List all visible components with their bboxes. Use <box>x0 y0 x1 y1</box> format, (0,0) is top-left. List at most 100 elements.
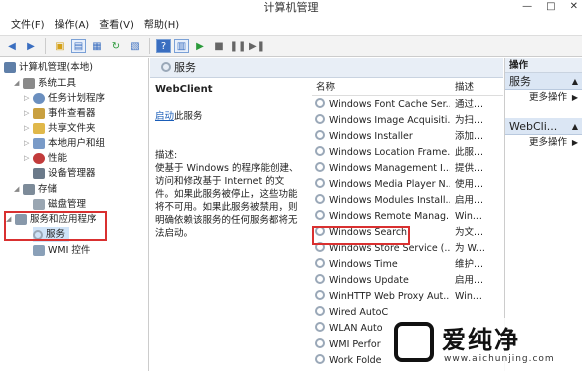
computer-icon <box>4 62 16 73</box>
service-desc: Win... <box>455 291 482 302</box>
stop-icon[interactable]: ■ <box>211 38 227 54</box>
tree-item-root[interactable]: 计算机管理(本地) <box>4 60 93 75</box>
section-label: 服务 <box>509 75 531 88</box>
service-row[interactable]: Windows Font Cache Ser... 通过... <box>312 97 503 113</box>
service-row[interactable]: Windows Remote Manag... Win... <box>312 209 503 225</box>
tree-label: 设备管理器 <box>48 168 96 179</box>
close-button[interactable]: ✕ <box>570 0 578 14</box>
service-row[interactable]: Windows Management I... 提供... <box>312 161 503 177</box>
maximize-button[interactable]: □ <box>546 0 555 14</box>
menu-action[interactable]: 操作(A) <box>50 17 95 34</box>
service-row[interactable]: Windows Installer 添加... <box>312 129 503 145</box>
performance-icon <box>33 153 45 164</box>
service-desc: 启用... <box>455 275 484 286</box>
tree-item-storage[interactable]: ◢ 存储 <box>14 182 57 197</box>
tree-item-wmi[interactable]: WMI 控件 <box>33 243 90 258</box>
minimize-button[interactable]: — <box>522 0 532 14</box>
service-row[interactable]: Windows Location Frame... 此服... <box>312 145 503 161</box>
tree-item-system-tools[interactable]: ◢ 系统工具 <box>14 76 76 91</box>
folder-up-icon[interactable]: ▣ <box>52 38 68 54</box>
tree-item-disk-management[interactable]: 磁盘管理 <box>33 197 86 212</box>
gear-icon <box>315 194 325 204</box>
column-name[interactable]: 名称 <box>316 80 335 96</box>
export-icon[interactable]: ▧ <box>127 38 143 54</box>
service-name: WinHTTP Web Proxy Aut... <box>329 291 450 302</box>
more-actions-2[interactable]: 更多操作 ▶ <box>505 135 582 151</box>
toolbar: ◀ ▶ ▣ ▤ ▦ ↻ ▧ ? ▥ ▶ ■ ❚❚ ▶❚ <box>0 35 582 57</box>
gear-icon <box>315 274 325 284</box>
collapse-icon[interactable]: ◢ <box>14 76 23 91</box>
more-actions-label: 更多操作 <box>529 137 568 148</box>
chevron-right-icon: ▶ <box>571 93 578 102</box>
collapse-icon[interactable]: ◢ <box>14 182 23 197</box>
collapse-up-icon[interactable]: ▲ <box>572 118 578 135</box>
pane-header: 服务 <box>150 58 503 78</box>
tree-item-performance[interactable]: ▷ 性能 <box>24 151 67 166</box>
view-icon[interactable]: ▥ <box>174 39 189 53</box>
gear-icon <box>315 258 325 268</box>
section-label: WebCli... <box>509 120 558 133</box>
watermark-brand: 爱纯净 <box>442 326 520 354</box>
service-name: Windows Modules Install... <box>329 195 450 206</box>
disk-icon <box>33 199 45 210</box>
tools-icon <box>23 78 35 89</box>
description-label: 描述: <box>155 150 178 161</box>
menu-help[interactable]: 帮助(H) <box>139 17 184 34</box>
refresh-icon[interactable]: ↻ <box>108 38 124 54</box>
tree-item-task-scheduler[interactable]: ▷ 任务计划程序 <box>24 91 105 106</box>
watermark: 爱纯净 www.aichunjing.com <box>390 318 582 371</box>
toolbar-separator <box>45 38 46 54</box>
actions-section-services[interactable]: 服务 ▲ <box>505 73 582 90</box>
menu-view[interactable]: 查看(V) <box>94 17 139 34</box>
service-row[interactable]: WinHTTP Web Proxy Aut... Win... <box>312 289 503 305</box>
column-description[interactable]: 描述 <box>455 80 474 96</box>
tree-item-shared-folders[interactable]: ▷ 共享文件夹 <box>24 121 96 136</box>
pause-icon[interactable]: ❚❚ <box>230 38 247 54</box>
watermark-logo-icon <box>394 322 434 362</box>
event-icon <box>33 108 45 119</box>
service-row[interactable]: Windows Update 启用... <box>312 273 503 289</box>
tree-label: 系统工具 <box>38 78 77 89</box>
expand-icon[interactable]: ▷ <box>24 106 33 121</box>
service-row[interactable]: Windows Image Acquisiti... 为扫... <box>312 113 503 129</box>
tree-label: 任务计划程序 <box>48 93 106 104</box>
more-actions-1[interactable]: 更多操作 ▶ <box>505 90 582 106</box>
tree-label: 共享文件夹 <box>48 123 96 134</box>
service-description-panel: WebClient 启动此服务 描述: 使基于 Windows 的程序能创建、访… <box>150 79 308 371</box>
collapse-up-icon[interactable]: ▲ <box>572 73 578 90</box>
properties-icon[interactable]: ▦ <box>89 38 105 54</box>
service-row[interactable]: Windows Media Player N... 使用... <box>312 177 503 193</box>
service-name: Windows Remote Manag... <box>329 211 450 222</box>
tree-label: 本地用户和组 <box>48 138 106 149</box>
tree-label: WMI 控件 <box>48 245 91 256</box>
storage-icon <box>23 184 35 195</box>
selected-service-name: WebClient <box>155 84 213 95</box>
menu-file[interactable]: 文件(F) <box>6 17 50 34</box>
tree-item-event-viewer[interactable]: ▷ 事件查看器 <box>24 106 96 121</box>
service-row[interactable]: Windows Time 维护... <box>312 257 503 273</box>
forward-icon[interactable]: ▶ <box>23 38 39 54</box>
restart-icon[interactable]: ▶❚ <box>249 38 265 54</box>
expand-icon[interactable]: ▷ <box>24 121 33 136</box>
expand-icon[interactable]: ▷ <box>24 136 33 151</box>
tree-label: 计算机管理(本地) <box>19 62 93 73</box>
service-desc: 通过... <box>455 99 484 110</box>
service-row[interactable]: Windows Modules Install... 启用... <box>312 193 503 209</box>
start-service-link[interactable]: 启动 <box>155 111 174 122</box>
service-name: Windows Update <box>329 275 409 286</box>
service-name: Windows Location Frame... <box>329 147 450 158</box>
tree-item-local-users[interactable]: ▷ 本地用户和组 <box>24 136 105 151</box>
tree-item-device-manager[interactable]: 设备管理器 <box>33 166 96 181</box>
actions-section-webclient[interactable]: WebCli... ▲ <box>505 118 582 135</box>
gear-icon <box>315 146 325 156</box>
gear-icon <box>315 290 325 300</box>
service-desc: 使用... <box>455 179 484 190</box>
tree-label: 磁盘管理 <box>48 199 87 210</box>
service-desc: 此服... <box>455 147 484 158</box>
help-icon[interactable]: ? <box>156 39 171 53</box>
start-icon[interactable]: ▶ <box>192 38 208 54</box>
back-icon[interactable]: ◀ <box>4 38 20 54</box>
expand-icon[interactable]: ▷ <box>24 91 33 106</box>
expand-icon[interactable]: ▷ <box>24 151 33 166</box>
show-tree-icon[interactable]: ▤ <box>71 39 86 53</box>
